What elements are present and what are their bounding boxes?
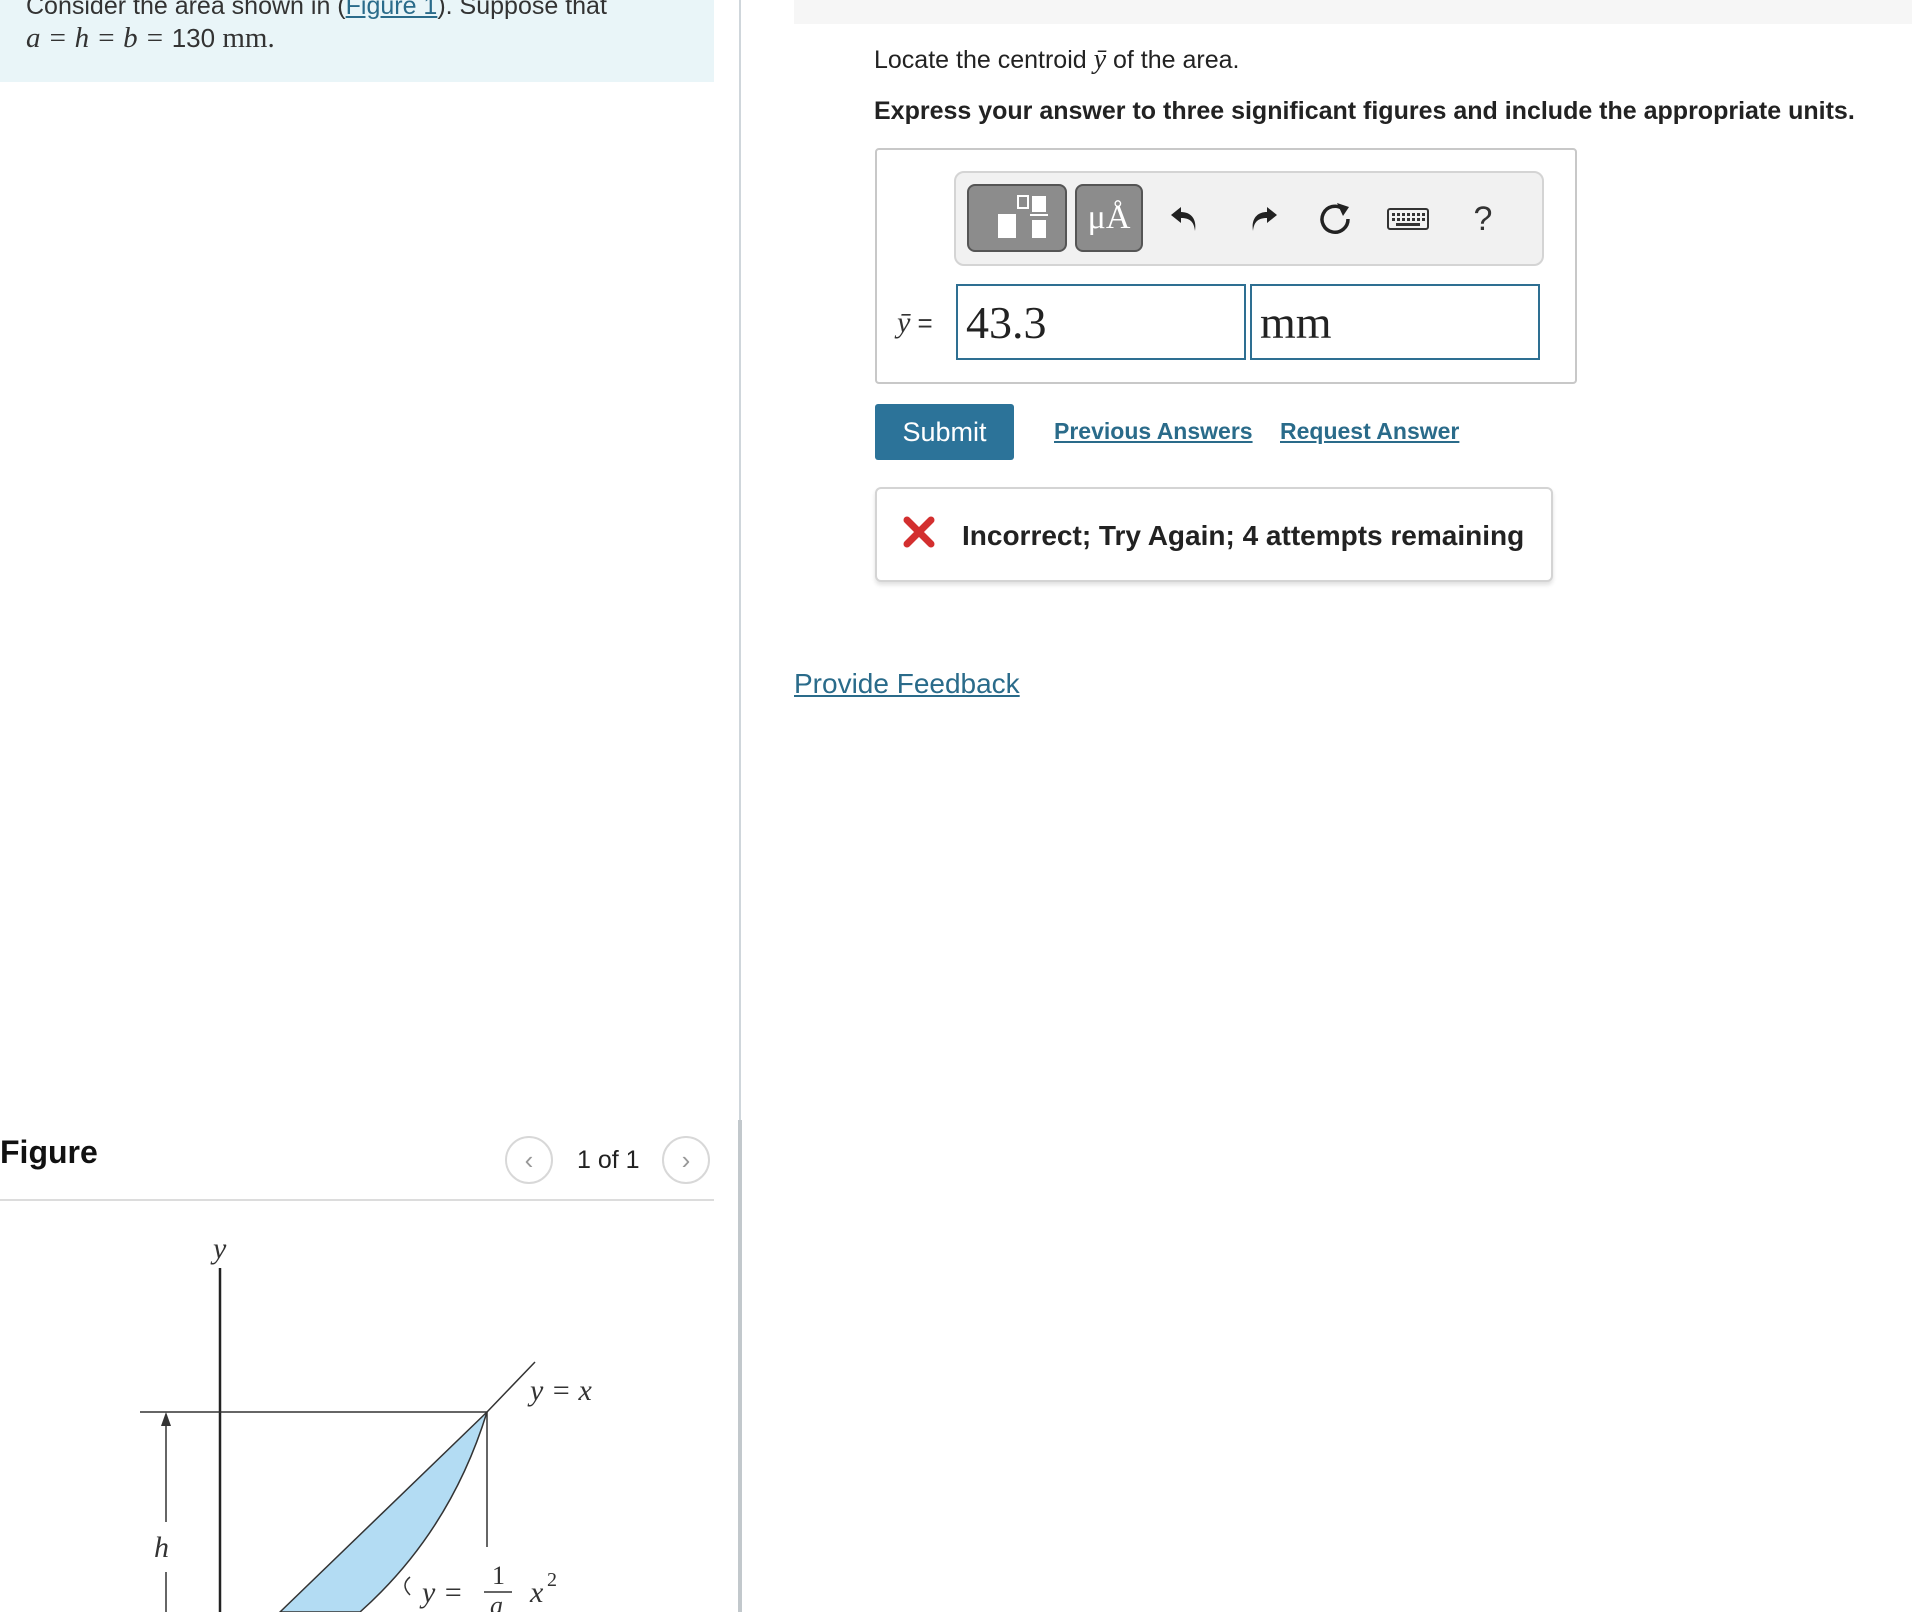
left-panel: Consider the area shown in (Figure 1). S… <box>0 0 714 1612</box>
question-after: of the area. <box>1106 46 1240 74</box>
request-answer-link[interactable]: Request Answer <box>1280 418 1459 445</box>
templates-icon <box>998 195 1048 238</box>
help-icon: ? <box>1473 199 1493 238</box>
answer-unit-input[interactable]: mm <box>1250 284 1540 360</box>
curve-leader <box>404 1576 411 1596</box>
reset-button[interactable] <box>1312 196 1358 242</box>
line-label: y = x <box>527 1374 593 1407</box>
answer-value-input[interactable]: 43.3 <box>956 284 1246 360</box>
figure-heading: Figure <box>0 1134 98 1170</box>
figure-link[interactable]: Figure 1 <box>346 0 438 20</box>
answer-label: ȳ = <box>897 306 933 340</box>
redo-icon <box>1252 207 1277 231</box>
answer-value: 43.3 <box>966 296 1047 348</box>
chevron-right-icon: › <box>681 1144 691 1175</box>
figure-next-button[interactable]: › <box>662 1136 710 1184</box>
instruction-text: Express your answer to three significant… <box>874 97 1855 125</box>
submit-button[interactable]: Submit <box>875 404 1014 460</box>
h-arrowhead <box>161 1412 171 1426</box>
answer-unit: mm <box>1260 296 1332 348</box>
feedback-message: Incorrect; Try Again; 4 attempts remaini… <box>962 520 1525 551</box>
question-text: Locate the centroid ȳ of the area. <box>874 44 1239 76</box>
top-strip <box>794 0 1912 24</box>
undo-button[interactable] <box>1162 196 1208 242</box>
figure-counter: 1 of 1 <box>577 1146 640 1174</box>
curve-label-rhs: x <box>529 1576 544 1609</box>
h-label: h <box>154 1531 169 1564</box>
figure-diagram: y y = x h y = 1 a x 2 <box>140 1232 593 1612</box>
units-label: μÅ <box>1087 199 1131 236</box>
units-button[interactable]: μÅ <box>1075 184 1143 252</box>
equation-variables: a = h = b = <box>26 22 165 54</box>
curve-label-den: a <box>490 1591 503 1612</box>
undo-icon <box>1171 207 1196 231</box>
panel-divider-scroll[interactable] <box>738 1120 742 1612</box>
provide-feedback-link[interactable]: Provide Feedback <box>794 668 1020 700</box>
curve-label-lhs: y = <box>419 1576 463 1609</box>
line-y-equals-x <box>486 1361 536 1413</box>
incorrect-x-icon <box>903 516 935 548</box>
ybar-symbol: ȳ <box>1093 44 1107 75</box>
chevron-left-icon: ‹ <box>524 1144 534 1175</box>
reset-icon <box>1320 203 1350 234</box>
curve-label-exp: 2 <box>547 1569 557 1591</box>
question-before: Locate the centroid <box>874 46 1094 74</box>
y-axis-label: y <box>210 1232 227 1265</box>
answer-symbol: ȳ <box>897 306 911 339</box>
keyboard-button[interactable] <box>1385 196 1431 242</box>
previous-answers-link[interactable]: Previous Answers <box>1054 418 1253 445</box>
equation-value: 130 <box>171 23 216 53</box>
problem-text: Consider the area shown in (Figure 1). S… <box>26 0 607 21</box>
problem-suffix: ). Suppose that <box>437 0 607 20</box>
problem-equation: a = h = b = 130 mm. <box>26 22 275 55</box>
problem-statement: Consider the area shown in (Figure 1). S… <box>0 0 714 82</box>
answer-equals: = <box>910 308 933 338</box>
problem-prefix: Consider the area shown in ( <box>26 0 346 20</box>
figure-prev-button[interactable]: ‹ <box>505 1136 553 1184</box>
equation-unit: mm. <box>222 22 275 54</box>
templates-button[interactable] <box>967 184 1067 252</box>
help-button[interactable]: ? <box>1460 196 1506 242</box>
keyboard-icon <box>1387 208 1429 230</box>
redo-button[interactable] <box>1240 196 1286 242</box>
curve-label-num: 1 <box>492 1561 505 1590</box>
figure-divider <box>0 1199 714 1201</box>
